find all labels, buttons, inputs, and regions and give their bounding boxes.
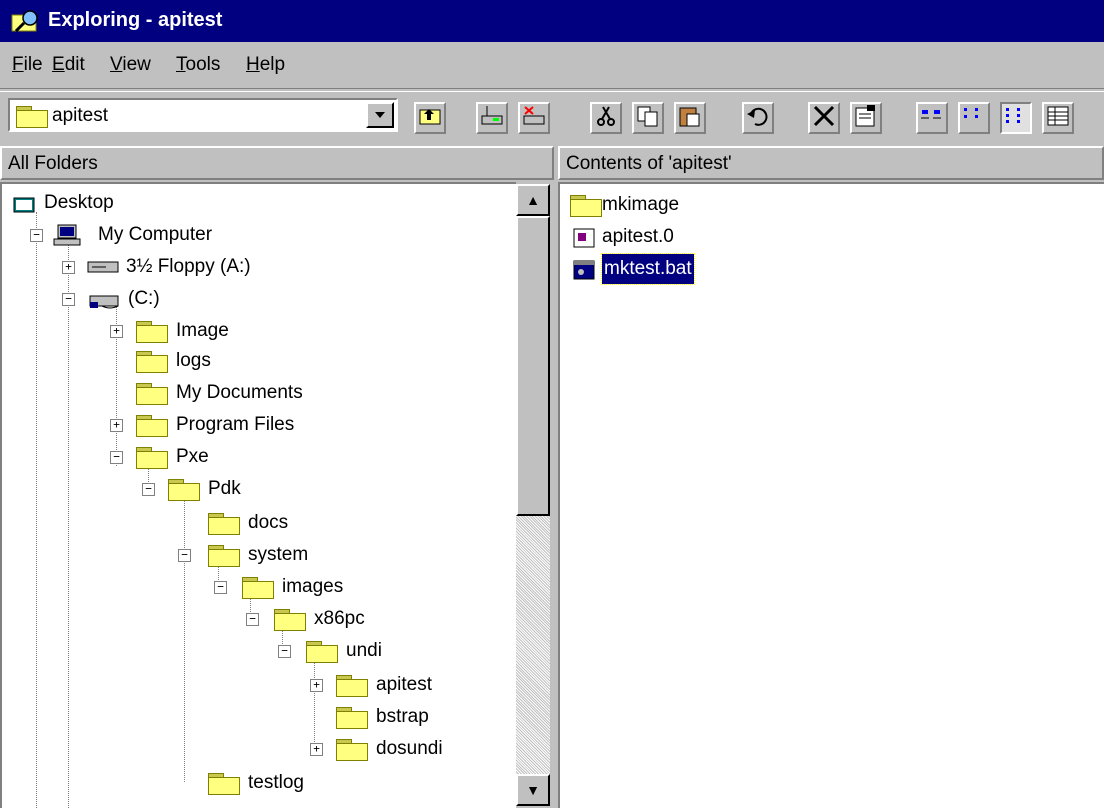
list-view-button[interactable] (1000, 102, 1032, 134)
collapse-icon[interactable]: − (214, 581, 227, 594)
folder-icon (168, 479, 200, 501)
window-title: Exploring - apitest (48, 9, 223, 31)
map-drive-button[interactable] (476, 102, 508, 134)
menu-view[interactable]: View (110, 54, 151, 76)
map-drive-icon (481, 106, 503, 125)
address-value: apitest (52, 105, 108, 126)
small-icons-icon (964, 108, 978, 118)
menu-file[interactable]: File (12, 54, 43, 76)
tree-scrollbar[interactable]: ▲ ▼ (516, 184, 550, 806)
undo-button[interactable] (742, 102, 774, 134)
folder-icon (306, 641, 338, 663)
menu-edit[interactable]: Edit (52, 54, 85, 76)
details-icon (1047, 106, 1069, 126)
up-one-level-button[interactable] (414, 102, 446, 134)
small-icons-button[interactable] (958, 102, 990, 134)
disconnect-drive-icon (523, 106, 545, 125)
folder-icon (570, 195, 602, 217)
floppy-icon (87, 261, 119, 273)
collapse-icon[interactable]: − (246, 613, 259, 626)
folder-tree[interactable]: Desktop − My Computer + 3½ Floppy (A:) −… (0, 182, 516, 808)
menu-tools[interactable]: Tools (176, 54, 220, 76)
folder-icon (274, 609, 306, 631)
details-view-button[interactable] (1042, 102, 1074, 134)
expand-icon[interactable]: + (110, 419, 123, 432)
large-icons-icon (921, 110, 941, 119)
folder-icon (136, 351, 168, 373)
collapse-icon[interactable]: − (110, 451, 123, 464)
delete-button[interactable] (808, 102, 840, 134)
tree-connector (68, 304, 69, 808)
all-folders-label: All Folders (8, 153, 98, 174)
paste-icon (679, 107, 700, 127)
expand-icon[interactable]: + (310, 679, 323, 692)
expand-icon[interactable]: + (110, 325, 123, 338)
up-folder-icon (419, 109, 441, 125)
collapse-icon[interactable]: − (178, 549, 191, 562)
address-combo[interactable]: apitest (8, 98, 398, 132)
collapse-icon[interactable]: − (278, 645, 291, 658)
undo-icon (747, 107, 768, 126)
delete-icon (813, 105, 835, 127)
folder-icon (208, 545, 240, 567)
properties-icon (855, 105, 875, 127)
folder-icon (336, 707, 368, 729)
cut-button[interactable] (590, 102, 622, 134)
shared-folder-icon (208, 773, 240, 795)
folder-icon (136, 383, 168, 405)
large-icons-button[interactable] (916, 102, 948, 134)
explorer-icon (11, 10, 38, 33)
expand-icon[interactable]: + (310, 743, 323, 756)
folder-icon (242, 577, 274, 599)
open-folder-icon (16, 106, 48, 128)
folder-icon (136, 415, 168, 437)
toolbar: apitest (0, 90, 1104, 146)
menu-help[interactable]: Help (246, 54, 285, 76)
file-icon (573, 228, 595, 248)
list-icon (1006, 108, 1020, 123)
dropdown-arrow-icon[interactable] (366, 102, 394, 128)
desktop-icon (13, 197, 35, 213)
open-folder-icon (336, 675, 368, 697)
scroll-down-arrow-icon[interactable]: ▼ (516, 774, 550, 806)
folder-icon (208, 513, 240, 535)
paste-button[interactable] (674, 102, 706, 134)
drive-icon (89, 295, 119, 309)
shared-folder-icon (136, 321, 168, 343)
tree-connector (36, 212, 37, 808)
scroll-thumb[interactable] (516, 216, 550, 516)
collapse-icon[interactable]: − (30, 229, 43, 242)
scroll-up-arrow-icon[interactable]: ▲ (516, 184, 550, 216)
contents-label: Contents of 'apitest' (566, 153, 732, 174)
folder-icon (136, 447, 168, 469)
properties-button[interactable] (850, 102, 882, 134)
title-bar: Exploring - apitest (0, 0, 1104, 42)
menu-bar: File Edit View Tools Help (0, 46, 1104, 86)
batch-file-icon (573, 260, 595, 280)
disconnect-drive-button[interactable] (518, 102, 550, 134)
scissors-icon (597, 106, 615, 126)
expand-icon[interactable]: + (62, 261, 75, 274)
tree-connector (184, 496, 185, 782)
computer-icon (53, 224, 81, 246)
contents-pane[interactable]: mkimage apitest.0 mktest.bat (558, 182, 1104, 808)
all-folders-header: All Folders (0, 146, 554, 180)
copy-icon (637, 106, 658, 127)
collapse-icon[interactable]: − (142, 483, 155, 496)
collapse-icon[interactable]: − (62, 293, 75, 306)
contents-header: Contents of 'apitest' (558, 146, 1104, 180)
folder-icon (336, 739, 368, 761)
copy-button[interactable] (632, 102, 664, 134)
